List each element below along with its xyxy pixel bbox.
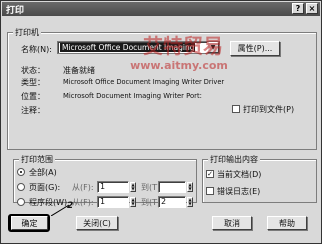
pages-from-spin[interactable]: ▲ ▼ <box>130 182 136 192</box>
type-value: Microsoft Office Document Imaging Writer… <box>63 78 225 86</box>
printer-name-value: Microsoft Office Document Imaging Writer <box>60 43 195 52</box>
program-from-spin[interactable]: ▲ ▼ <box>130 197 136 207</box>
help-button[interactable]: 帮助 <box>267 216 307 230</box>
pages-from-label: 从(F): <box>72 183 94 192</box>
close-button[interactable]: 关闭(C) <box>76 216 118 230</box>
print-to-file-checkbox[interactable] <box>232 105 240 113</box>
comment-label: 注释： <box>21 106 45 115</box>
title-bar[interactable]: 打印 ? × <box>2 2 320 16</box>
pages-to-spin[interactable]: ▲ ▼ <box>187 182 193 192</box>
output-group-label: 打印输出内容 <box>208 154 260 165</box>
range-pages-radio[interactable] <box>17 183 25 191</box>
status-value: 准备就绪 <box>63 66 95 75</box>
range-pages-label[interactable]: 页面(G): <box>29 182 60 193</box>
range-all-radio[interactable] <box>17 168 25 176</box>
range-all-label[interactable]: 全部(A) <box>29 167 57 178</box>
pages-from-input[interactable]: 1 <box>97 181 129 193</box>
error-log-label[interactable]: 错误日志(E) <box>217 186 260 197</box>
program-to-input[interactable]: 2 <box>158 196 186 208</box>
current-doc-checkbox[interactable]: ✓ <box>206 170 214 178</box>
status-label: 状态： <box>21 66 45 75</box>
close-icon[interactable]: × <box>306 3 318 14</box>
window-title: 打印 <box>6 6 25 16</box>
range-program-radio[interactable] <box>17 198 25 206</box>
printer-name-select[interactable]: Microsoft Office Document Imaging Writer… <box>57 41 220 54</box>
current-doc-label[interactable]: 当前文档(D) <box>217 169 261 180</box>
chevron-down-icon[interactable]: ▼ <box>207 42 219 53</box>
callout-number: 2 <box>67 201 74 211</box>
cancel-button[interactable]: 取消 <box>212 216 252 230</box>
program-to-spin[interactable]: ▲ ▼ <box>187 197 193 207</box>
help-icon[interactable]: ? <box>292 3 304 14</box>
printer-name-label: 名称(N): <box>21 45 52 54</box>
print-to-file-label[interactable]: 打印到文件(P) <box>243 104 294 115</box>
print-range-group-label: 打印范围 <box>19 154 55 165</box>
location-value: Microsoft Document Imaging Writer Port: <box>63 92 202 100</box>
location-label: 位置： <box>21 92 45 101</box>
type-label: 类型： <box>21 78 45 87</box>
program-from-label: 从(F): <box>72 198 94 207</box>
ok-button[interactable]: 确定 <box>10 215 49 231</box>
print-dialog: 打印 ? × 打印机 名称(N): Microsoft Office Docum… <box>0 0 322 244</box>
error-log-checkbox[interactable] <box>206 187 214 195</box>
title-bar-buttons: ? × <box>292 3 318 14</box>
printer-group-label: 打印机 <box>13 27 41 38</box>
properties-button[interactable]: 属性(P)... <box>230 41 280 56</box>
pages-to-input[interactable] <box>158 181 186 193</box>
program-from-input[interactable]: 1 <box>97 196 129 208</box>
